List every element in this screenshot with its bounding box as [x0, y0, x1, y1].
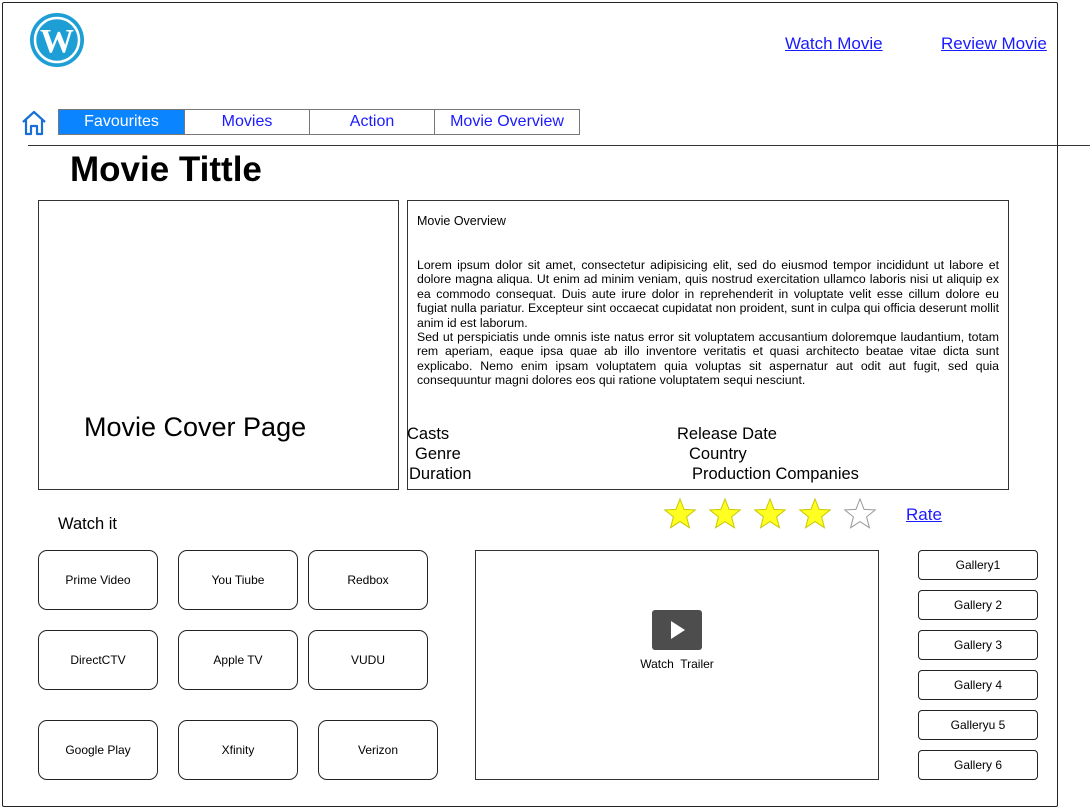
service-google-play[interactable]: Google Play: [38, 720, 158, 780]
wordpress-logo[interactable]: W: [28, 11, 86, 69]
gallery-button-4[interactable]: Gallery 4: [918, 670, 1038, 700]
tab-movies[interactable]: Movies: [185, 110, 310, 134]
service-xfinity[interactable]: Xfinity: [178, 720, 298, 780]
movie-cover[interactable]: [38, 200, 399, 490]
nav-tabs: Favourites Movies Action Movie Overview: [58, 109, 580, 135]
casts-label: Casts: [407, 425, 450, 443]
service-apple-tv[interactable]: Apple TV: [178, 630, 298, 690]
overview-paragraph-1: Lorem ipsum dolor sit amet, consectetur …: [417, 258, 999, 330]
service-directv[interactable]: DirectCTV: [38, 630, 158, 690]
gallery-button-2[interactable]: Gallery 2: [918, 590, 1038, 620]
play-button[interactable]: [652, 610, 702, 650]
watch-trailer-label: Watch Trailer: [640, 657, 714, 671]
service-vudu[interactable]: VUDU: [308, 630, 428, 690]
movie-cover-label: Movie Cover Page: [84, 412, 307, 442]
watch-movie-link[interactable]: Watch Movie: [785, 34, 883, 54]
review-movie-link[interactable]: Review Movie: [941, 34, 1047, 54]
service-redbox[interactable]: Redbox: [308, 550, 428, 610]
play-icon: [671, 621, 685, 639]
star-icon-1[interactable]: [663, 497, 697, 531]
divider: [28, 145, 1090, 146]
service-prime-video[interactable]: Prime Video: [38, 550, 158, 610]
service-verizon[interactable]: Verizon: [318, 720, 438, 780]
watch-it-label: Watch it: [58, 515, 117, 533]
country-label: Country: [689, 445, 747, 463]
production-companies-label: Production Companies: [692, 465, 859, 483]
duration-label: Duration: [409, 465, 472, 483]
release-date-label: Release Date: [677, 425, 777, 443]
page-title: Movie Tittle: [70, 150, 262, 189]
genre-label: Genre: [415, 445, 461, 463]
gallery-button-3[interactable]: Gallery 3: [918, 630, 1038, 660]
star-icon-2[interactable]: [708, 497, 742, 531]
service-youtube[interactable]: You Tiube: [178, 550, 298, 610]
rate-link[interactable]: Rate: [906, 505, 942, 525]
overview-heading: Movie Overview: [417, 214, 506, 228]
gallery-button-5[interactable]: Galleryu 5: [918, 710, 1038, 740]
gallery-button-1[interactable]: Gallery1: [918, 550, 1038, 580]
overview-text: Lorem ipsum dolor sit amet, consectetur …: [417, 258, 999, 388]
gallery-button-6[interactable]: Gallery 6: [918, 750, 1038, 780]
overview-paragraph-2: Sed ut perspiciatis unde omnis iste natu…: [417, 330, 999, 388]
tab-movie-overview[interactable]: Movie Overview: [435, 110, 579, 134]
star-icon-5[interactable]: [843, 497, 877, 531]
svg-text:W: W: [40, 23, 74, 60]
tab-action[interactable]: Action: [310, 110, 435, 134]
star-icon-4[interactable]: [798, 497, 832, 531]
star-icon-3[interactable]: [753, 497, 787, 531]
tab-favourites[interactable]: Favourites: [59, 110, 185, 134]
home-icon[interactable]: [20, 109, 48, 137]
